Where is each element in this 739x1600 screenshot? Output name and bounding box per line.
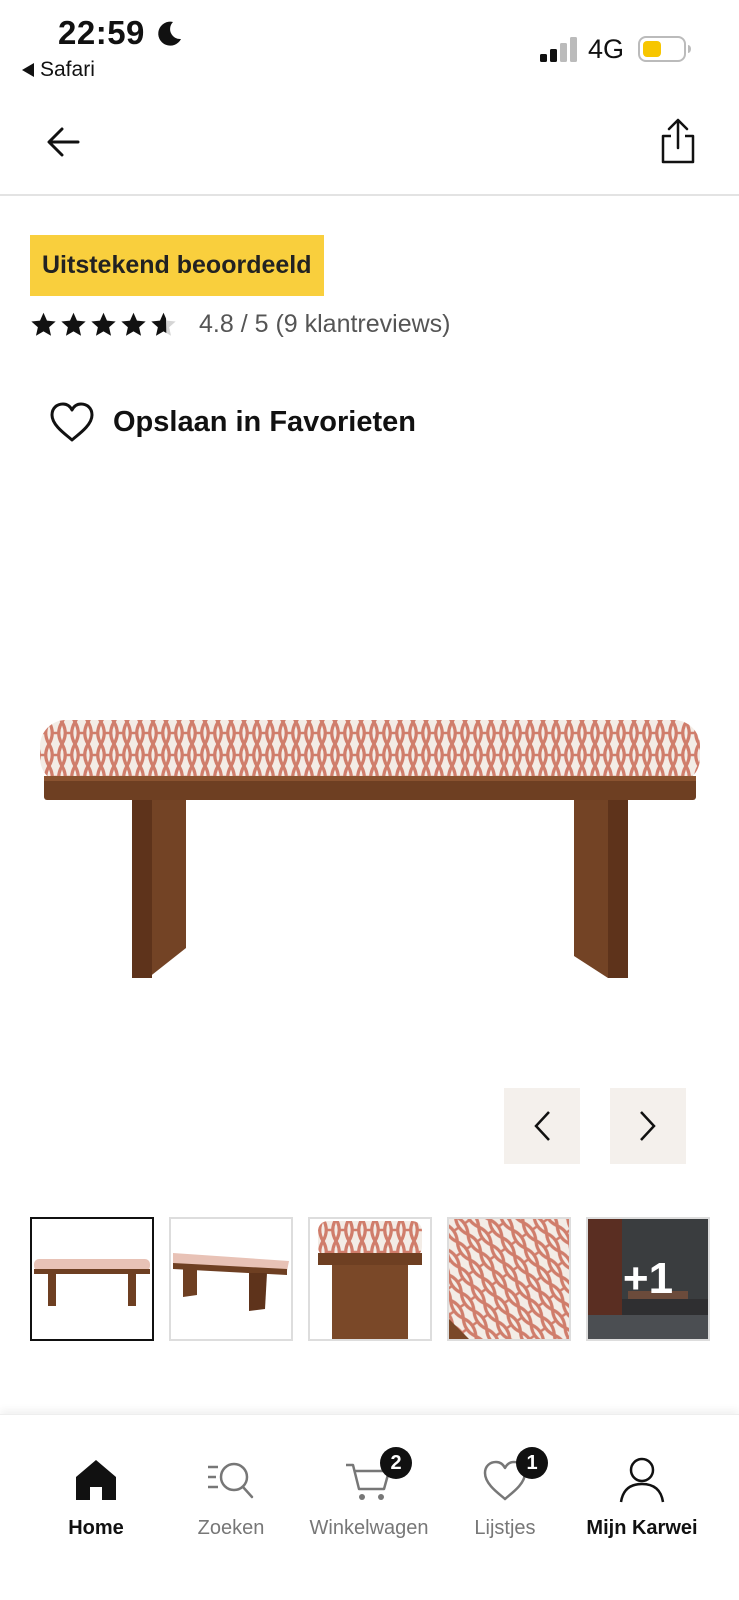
star-icon	[91, 312, 116, 336]
product-image-bench	[40, 720, 700, 978]
thumbnail-strip: +1	[30, 1217, 710, 1341]
back-to-safari[interactable]: Safari	[22, 58, 95, 82]
chevron-right-icon	[640, 1111, 656, 1141]
fabric-detail-thumbnail	[449, 1219, 569, 1339]
thumbnail-4[interactable]	[447, 1217, 571, 1341]
star-icon	[61, 312, 86, 336]
battery-icon	[638, 36, 691, 62]
tab-home-icon-wrap	[71, 1455, 121, 1505]
bottom-tab-bar: Home Zoeken 2 Winkelwagen 1 Lijstjes Mij…	[0, 1414, 739, 1600]
save-favorite-label: Opslaan in Favorieten	[113, 405, 416, 438]
tab-home-label: Home	[68, 1517, 124, 1539]
save-favorite-button[interactable]: Opslaan in Favorieten	[48, 398, 416, 446]
bench-side-thumbnail	[318, 1221, 422, 1339]
thumbnail-2[interactable]	[169, 1217, 293, 1341]
gallery-prev-button[interactable]	[504, 1088, 580, 1164]
bench-angle-thumbnail	[173, 1253, 289, 1311]
thumbnail-1[interactable]	[30, 1217, 154, 1341]
tab-home[interactable]: Home	[31, 1455, 161, 1540]
tab-lists-icon-wrap: 1	[480, 1447, 548, 1505]
tab-account-icon-wrap	[617, 1455, 667, 1505]
tab-search-icon-wrap	[206, 1455, 256, 1505]
rating-badge: Uitstekend beoordeeld	[30, 235, 324, 296]
tab-lists[interactable]: 1 Lijstjes	[440, 1447, 570, 1540]
rating-stars	[30, 311, 177, 338]
half-star-icon	[151, 312, 176, 336]
search-icon	[208, 1462, 254, 1499]
tab-cart-label: Winkelwagen	[309, 1517, 429, 1539]
thumbnail-3[interactable]	[308, 1217, 432, 1341]
home-icon	[76, 1460, 116, 1500]
lists-count-badge: 1	[516, 1447, 548, 1479]
network-type: 4G	[588, 34, 625, 64]
top-navbar	[0, 100, 739, 196]
tab-cart[interactable]: 2 Winkelwagen	[304, 1447, 434, 1540]
thumbnail-5[interactable]: +1	[586, 1217, 710, 1341]
signal-icon	[540, 37, 577, 62]
tab-cart-icon-wrap: 2	[344, 1447, 412, 1505]
status-bar: 22:59 Safari 4G	[0, 0, 739, 92]
back-app-label: Safari	[40, 58, 95, 81]
more-images-count: +1	[622, 1254, 674, 1303]
share-icon[interactable]	[658, 118, 698, 164]
tab-search[interactable]: Zoeken	[166, 1455, 296, 1540]
moon-icon	[158, 21, 181, 46]
star-icon	[121, 312, 146, 336]
gallery-next-button[interactable]	[610, 1088, 686, 1164]
back-triangle-icon	[22, 63, 34, 77]
bench-front-thumbnail	[34, 1259, 150, 1306]
back-arrow-icon[interactable]	[44, 122, 84, 162]
rating-text: 4.8 / 5 (9 klantreviews)	[199, 309, 451, 338]
rating-row[interactable]: 4.8 / 5 (9 klantreviews)	[30, 306, 451, 342]
tab-lists-label: Lijstjes	[474, 1517, 536, 1539]
chevron-left-icon	[534, 1111, 550, 1141]
tab-account[interactable]: Mijn Karwei	[577, 1455, 707, 1540]
star-icon	[31, 312, 56, 336]
tab-search-label: Zoeken	[197, 1517, 265, 1539]
cart-count-badge: 2	[380, 1447, 412, 1479]
status-time: 22:59	[58, 14, 145, 51]
tab-account-label: Mijn Karwei	[586, 1517, 698, 1539]
user-icon	[619, 1457, 665, 1503]
heart-outline-icon	[50, 402, 94, 442]
